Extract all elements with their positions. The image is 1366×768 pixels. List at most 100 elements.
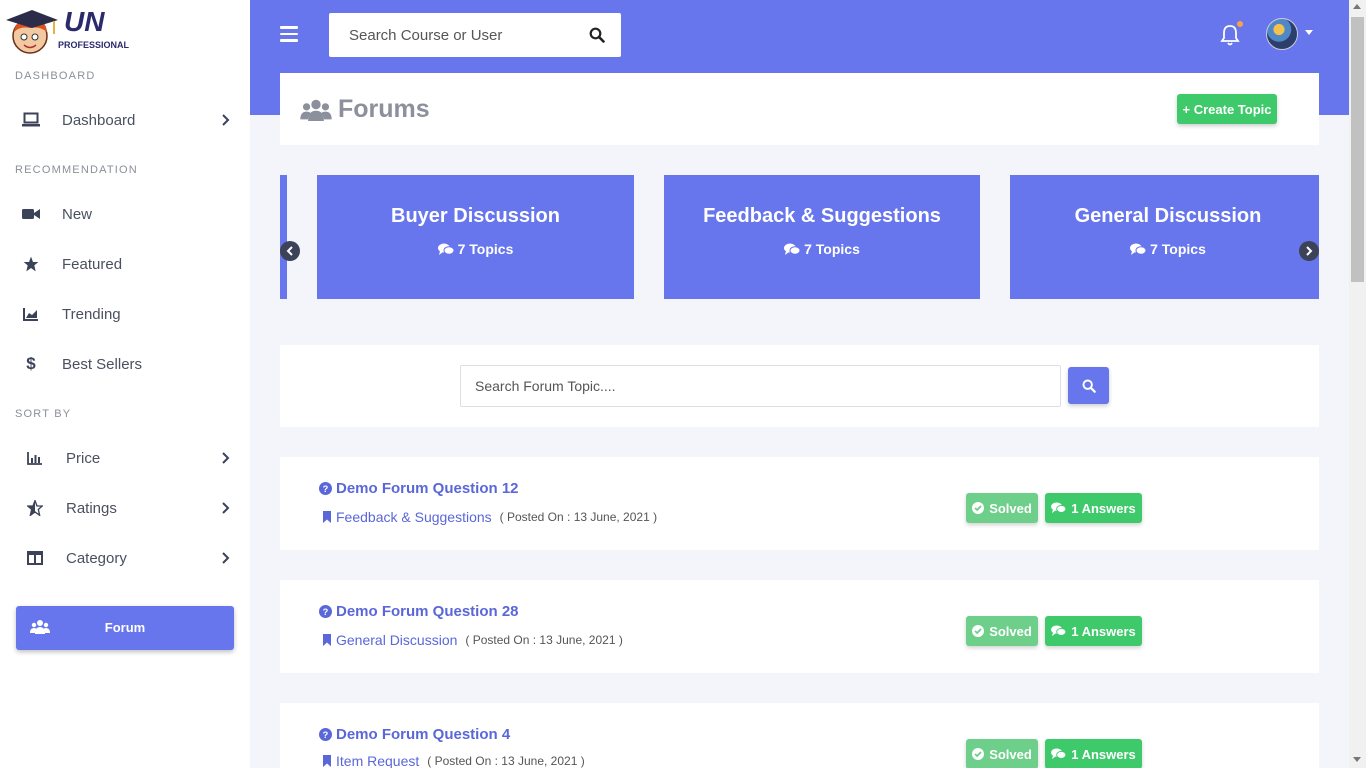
sidebar-item-label: Category <box>66 549 127 567</box>
star-half-icon <box>26 499 44 517</box>
category-title: General Discussion <box>1074 205 1262 227</box>
topic-category-link[interactable]: Item Request <box>336 753 419 768</box>
check-circle-icon <box>972 625 985 637</box>
topic-card: ? Demo Forum Question 12 Feedback & Sugg… <box>280 457 1319 550</box>
question-circle-icon: ? <box>319 605 332 618</box>
site-logo[interactable]: UN PROFESSIONAL <box>2 6 129 58</box>
notification-bell-icon[interactable] <box>1220 24 1240 46</box>
category-topics-label: 7 Topics <box>804 241 860 257</box>
topic-posted-date: ( Posted On : 13 June, 2021 ) <box>427 754 585 768</box>
topic-question-text: Demo Forum Question 4 <box>336 726 511 743</box>
scroll-down-icon[interactable] <box>1353 757 1361 762</box>
comments-icon <box>1051 625 1067 637</box>
category-topics-label: 7 Topics <box>1150 241 1206 257</box>
bookmark-icon <box>323 511 331 523</box>
sidebar-item-label: Ratings <box>66 499 117 517</box>
sidebar-item-featured[interactable]: Featured <box>0 242 250 286</box>
answers-badge-label: 1 Answers <box>1071 623 1136 639</box>
solved-badge-label: Solved <box>989 500 1032 516</box>
forum-button-label: Forum <box>104 620 146 635</box>
answers-badge-label: 1 Answers <box>1071 500 1136 516</box>
svg-text:?: ? <box>323 730 329 740</box>
chevron-right-icon <box>218 551 232 565</box>
topic-card: ? Demo Forum Question 4 Item Request ( P… <box>280 703 1319 768</box>
category-card[interactable]: Buyer Discussion 7 Topics <box>317 175 634 299</box>
menu-toggle-icon[interactable] <box>280 26 298 44</box>
category-title: Buyer Discussion <box>391 205 560 227</box>
caret-down-icon[interactable] <box>1305 30 1313 35</box>
forum-button[interactable]: Forum <box>16 606 234 650</box>
sidebar-item-label: Best Sellers <box>62 355 143 373</box>
chart-area-icon <box>22 305 40 323</box>
category-carousel: Buyer Discussion 7 Topics Feedback & Sug… <box>280 175 1319 299</box>
section-label-sort-by: SORT BY <box>15 408 72 420</box>
category-card[interactable]: General Discussion 7 Topics <box>1010 175 1319 299</box>
star-icon <box>22 255 40 273</box>
carousel-next-icon[interactable] <box>1299 241 1319 261</box>
topic-posted-date: ( Posted On : 13 June, 2021 ) <box>465 633 623 647</box>
sidebar-item-category[interactable]: Category <box>0 536 250 580</box>
topic-question-link[interactable]: ? Demo Forum Question 28 <box>319 603 519 620</box>
question-circle-icon: ? <box>319 728 332 741</box>
answers-badge[interactable]: 1 Answers <box>1045 616 1142 646</box>
topic-category-link[interactable]: Feedback & Suggestions <box>336 509 492 525</box>
chevron-right-icon <box>218 113 232 127</box>
category-card[interactable]: Feedback & Suggestions 7 Topics <box>664 175 980 299</box>
solved-badge[interactable]: Solved <box>966 739 1038 768</box>
topic-question-text: Demo Forum Question 28 <box>336 603 519 620</box>
bookmark-icon <box>323 634 331 646</box>
section-label-dashboard: DASHBOARD <box>15 70 96 82</box>
category-topic-count: 7 Topics <box>1010 241 1319 257</box>
video-camera-icon <box>22 205 40 223</box>
chevron-right-icon <box>218 501 232 515</box>
sidebar-item-trending[interactable]: Trending <box>0 292 250 336</box>
users-icon <box>300 99 332 121</box>
question-circle-icon: ? <box>319 482 332 495</box>
topic-category-link[interactable]: General Discussion <box>336 632 457 648</box>
sidebar-item-label: Price <box>66 449 101 467</box>
solved-badge-label: Solved <box>989 623 1032 639</box>
check-circle-icon <box>972 748 985 760</box>
solved-badge[interactable]: Solved <box>966 616 1038 646</box>
sidebar-item-best-sellers[interactable]: $ Best Sellers <box>0 342 250 386</box>
topic-posted-date: ( Posted On : 13 June, 2021 ) <box>499 510 658 524</box>
answers-badge[interactable]: 1 Answers <box>1045 739 1142 768</box>
user-avatar[interactable] <box>1266 18 1298 50</box>
sidebar-item-new[interactable]: New <box>0 192 250 236</box>
bar-chart-icon <box>26 449 44 467</box>
comments-icon <box>1130 243 1147 255</box>
sidebar-item-label: Trending <box>62 305 121 323</box>
top-search-box <box>329 13 621 57</box>
category-topics-label: 7 Topics <box>457 241 514 257</box>
sidebar-item-price[interactable]: Price <box>0 436 250 480</box>
comments-icon <box>1051 502 1067 514</box>
solved-badge[interactable]: Solved <box>966 493 1038 523</box>
topic-question-link[interactable]: ? Demo Forum Question 12 <box>319 480 519 497</box>
dollar-icon: $ <box>26 354 36 373</box>
page-title: Forums <box>338 95 430 123</box>
sidebar-item-ratings[interactable]: Ratings <box>0 486 250 530</box>
section-label-recommendation: RECOMMENDATION <box>15 164 138 176</box>
topic-card: ? Demo Forum Question 28 General Discuss… <box>280 580 1319 673</box>
category-topic-count: 7 Topics <box>664 241 980 257</box>
carousel-prev-icon[interactable] <box>280 241 300 261</box>
search-icon <box>1082 379 1096 393</box>
category-card-partial[interactable] <box>280 175 287 299</box>
page-scrollbar[interactable] <box>1349 0 1366 768</box>
sidebar-item-dashboard[interactable]: Dashboard <box>0 98 250 142</box>
scrollbar-thumb[interactable] <box>1351 17 1364 282</box>
svg-text:?: ? <box>323 484 329 494</box>
answers-badge[interactable]: 1 Answers <box>1045 493 1142 523</box>
chevron-right-icon <box>218 451 232 465</box>
topic-question-link[interactable]: ? Demo Forum Question 4 <box>319 726 510 743</box>
search-icon[interactable] <box>589 27 605 43</box>
scroll-up-icon[interactable] <box>1353 4 1361 9</box>
sidebar-item-label: New <box>62 205 93 223</box>
forum-search-button[interactable] <box>1068 367 1109 404</box>
solved-badge-label: Solved <box>989 746 1032 762</box>
table-columns-icon <box>26 549 44 567</box>
course-user-search-input[interactable] <box>329 13 579 57</box>
category-title: Feedback & Suggestions <box>703 205 941 227</box>
forum-topic-search-input[interactable] <box>460 365 1061 407</box>
create-topic-button[interactable]: + Create Topic <box>1177 94 1277 124</box>
